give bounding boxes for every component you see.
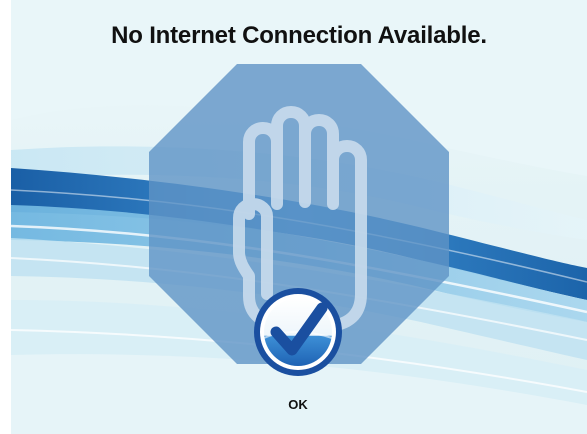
no-connection-alert: No Internet Connection Available. OK [11, 0, 587, 434]
checkmark-icon[interactable] [252, 286, 344, 378]
ok-button[interactable]: OK [248, 397, 348, 412]
alert-title: No Internet Connection Available. [111, 22, 487, 49]
